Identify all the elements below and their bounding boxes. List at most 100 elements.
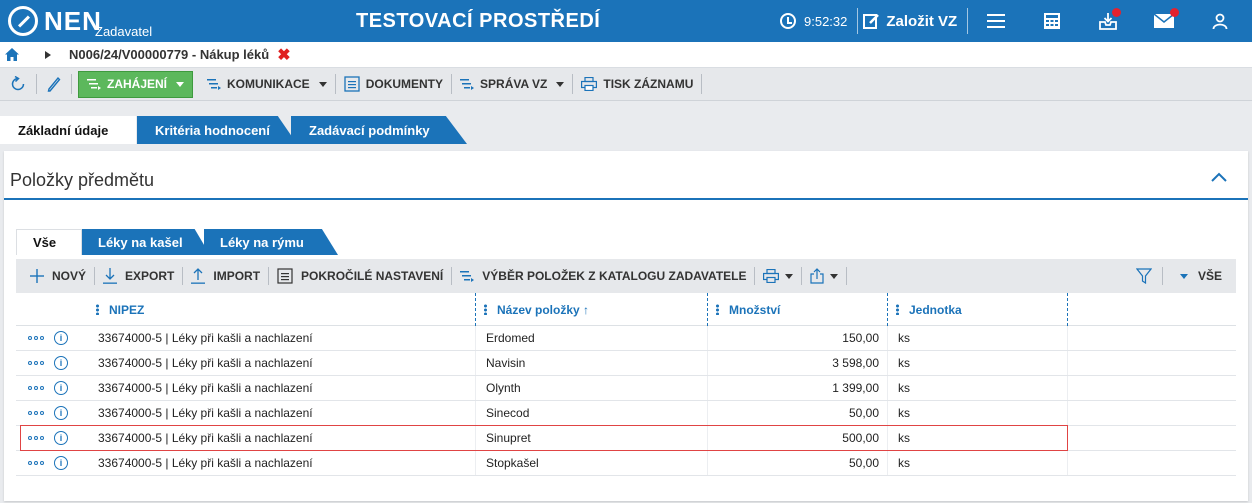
vyber-label: VÝBĚR POLOŽEK Z KATALOGU ZADAVATELE xyxy=(482,269,747,283)
calculator-button[interactable] xyxy=(1024,0,1080,42)
cell-jednotka: ks xyxy=(888,326,1068,350)
logo-subtitle: Zadavatel xyxy=(95,24,153,39)
new-item-button[interactable]: NOVÝ xyxy=(16,259,94,293)
panel-divider xyxy=(4,198,1248,200)
column-header-jednotka[interactable]: Jednotka xyxy=(888,293,1068,326)
chevron-right-icon xyxy=(45,50,51,59)
subtab-leky-na-rymu[interactable]: Léky na rýmu xyxy=(204,229,338,255)
edit-button[interactable] xyxy=(37,68,71,101)
table-row[interactable]: i 33674000-5 | Léky při kašli a nachlazen… xyxy=(16,451,1236,476)
advanced-settings-button[interactable]: POKROČILÉ NASTAVENÍ xyxy=(269,259,451,293)
home-icon[interactable] xyxy=(5,48,19,61)
share-icon xyxy=(810,268,825,284)
row-actions: i xyxy=(16,426,88,450)
print-dropdown[interactable] xyxy=(755,259,801,293)
import-button[interactable]: IMPORT xyxy=(183,259,268,293)
filter-dropdown[interactable]: VŠE xyxy=(1173,259,1222,293)
tab-zakladni-udaje[interactable]: Základní údaje xyxy=(0,116,136,144)
tisk-zaznamu-button[interactable]: TISK ZÁZNAMU xyxy=(573,68,701,101)
items-table: NIPEZ Název položky ↑ Množství Jednotka … xyxy=(16,293,1236,476)
close-icon[interactable]: ✖ xyxy=(277,45,290,65)
filter-icon[interactable] xyxy=(1135,268,1152,284)
subtab-label: Léky na rýmu xyxy=(220,234,304,250)
cell-nazev: Sinupret xyxy=(476,426,708,450)
cell-empty xyxy=(1068,351,1236,375)
more-options-icon[interactable] xyxy=(28,461,44,465)
table-row[interactable]: i 33674000-5 | Léky při kašli a nachlazen… xyxy=(16,401,1236,426)
create-vz-button[interactable]: Založit VZ xyxy=(858,12,967,30)
table-row[interactable]: i 33674000-5 | Léky při kašli a nachlazen… xyxy=(16,326,1236,351)
cell-empty xyxy=(1068,451,1236,475)
inbox-button[interactable] xyxy=(1080,0,1136,42)
mail-notification-badge xyxy=(1170,8,1180,17)
cell-empty xyxy=(1068,376,1236,400)
tab-zadavaci-podminky[interactable]: Zadávací podmínky xyxy=(291,116,467,144)
refresh-icon xyxy=(11,76,25,91)
panel-title: Položky předmětu xyxy=(10,170,155,190)
main-toolbar: ZAHÁJENÍ KOMUNIKACE DOKUMENTY SPRÁVA VZ xyxy=(0,68,1252,101)
chevron-down-icon xyxy=(1179,273,1188,279)
subtab-leky-na-kasel[interactable]: Léky na kašel xyxy=(82,229,210,255)
more-options-icon[interactable] xyxy=(28,436,44,440)
user-button[interactable] xyxy=(1192,0,1248,42)
subtab-label: Vše xyxy=(33,235,57,250)
cell-nazev: Erdomed xyxy=(476,326,708,350)
breadcrumb-current[interactable]: N006/24/V00000779 - Nákup léků xyxy=(69,47,269,62)
more-options-icon[interactable] xyxy=(28,411,44,415)
nen-logo[interactable]: NEN xyxy=(8,4,102,38)
table-row[interactable]: i 33674000-5 | Léky při kašli a nachlazen… xyxy=(16,376,1236,401)
column-label: NIPEZ xyxy=(109,302,145,317)
column-menu-icon[interactable] xyxy=(96,304,99,315)
dokumenty-button[interactable]: DOKUMENTY xyxy=(336,68,451,101)
more-options-icon[interactable] xyxy=(28,361,44,365)
info-icon[interactable]: i xyxy=(54,331,68,345)
cell-nipez: 33674000-5 | Léky při kašli a nachlazení xyxy=(88,376,476,400)
info-icon[interactable]: i xyxy=(54,456,68,470)
menu-icon xyxy=(987,14,1006,28)
info-icon[interactable]: i xyxy=(54,381,68,395)
cell-nazev: Olynth xyxy=(476,376,708,400)
share-dropdown[interactable] xyxy=(802,259,846,293)
column-header-mnozstvi[interactable]: Množství xyxy=(708,293,888,326)
refresh-button[interactable] xyxy=(0,68,36,101)
column-header-nazev-polozky[interactable]: Název položky ↑ xyxy=(476,293,708,326)
table-row[interactable]: i 33674000-5 | Léky při kašli a nachlazen… xyxy=(16,425,1236,451)
separator xyxy=(701,74,703,94)
environment-title: TESTOVACÍ PROSTŘEDÍ xyxy=(356,10,601,32)
menu-button[interactable] xyxy=(968,0,1024,42)
subtab-vse[interactable]: Vše xyxy=(16,229,82,255)
chevron-down-icon xyxy=(318,81,327,87)
separator xyxy=(71,74,72,94)
chevron-down-icon xyxy=(176,81,185,87)
more-options-icon[interactable] xyxy=(28,336,44,340)
tab-label: Základní údaje xyxy=(18,122,109,138)
catalog-selection-button[interactable]: VÝBĚR POLOŽEK Z KATALOGU ZADAVATELE xyxy=(452,259,754,293)
table-header: NIPEZ Název položky ↑ Množství Jednotka xyxy=(16,293,1236,326)
more-options-icon[interactable] xyxy=(28,386,44,390)
info-icon[interactable]: i xyxy=(54,356,68,370)
cell-jednotka: ks xyxy=(888,376,1068,400)
sprava-vz-dropdown[interactable]: SPRÁVA VZ xyxy=(452,68,572,101)
export-button[interactable]: EXPORT xyxy=(95,259,182,293)
cell-mnozstvi: 3 598,00 xyxy=(708,351,888,375)
mail-button[interactable] xyxy=(1136,0,1192,42)
top-right-actions: 9:52:32 Založit VZ xyxy=(780,0,1248,42)
column-header-nipez[interactable]: NIPEZ xyxy=(88,293,476,326)
top-bar: NEN Zadavatel TESTOVACÍ PROSTŘEDÍ 9:52:3… xyxy=(0,0,1252,42)
logo-text: NEN xyxy=(44,5,102,36)
tab-kriteria-hodnoceni[interactable]: Kritéria hodnocení xyxy=(137,116,297,144)
user-icon xyxy=(1212,13,1228,29)
info-icon[interactable]: i xyxy=(54,406,68,420)
column-menu-icon[interactable] xyxy=(896,304,899,315)
cell-jednotka: ks xyxy=(888,401,1068,425)
export-label: EXPORT xyxy=(125,269,175,283)
column-menu-icon[interactable] xyxy=(484,304,487,315)
komunikace-dropdown[interactable]: KOMUNIKACE xyxy=(199,68,335,101)
cell-nazev: Stopkašel xyxy=(476,451,708,475)
settings-document-icon xyxy=(277,268,293,284)
chevron-up-icon[interactable] xyxy=(1210,169,1228,187)
info-icon[interactable]: i xyxy=(54,431,68,445)
zahajeni-dropdown[interactable]: ZAHÁJENÍ xyxy=(78,70,194,98)
column-menu-icon[interactable] xyxy=(716,304,719,315)
table-row[interactable]: i 33674000-5 | Léky při kašli a nachlazen… xyxy=(16,351,1236,376)
